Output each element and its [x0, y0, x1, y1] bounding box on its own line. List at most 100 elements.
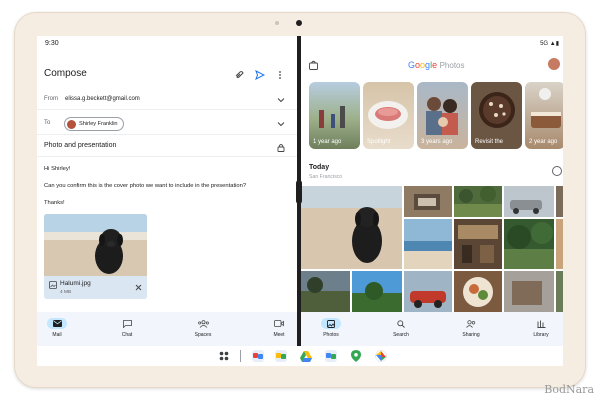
nav-sharing[interactable]: Sharing	[451, 312, 491, 346]
grid-photo-3[interactable]	[504, 186, 554, 217]
section-location: San Francisco	[309, 174, 343, 180]
nav-library-label: Library	[533, 332, 549, 338]
google-photos-pane: 5G ▲▮ Google Photos 1 year ago Spotlight…	[301, 36, 563, 346]
search-icon	[391, 318, 411, 329]
nav-photos[interactable]: Photos	[311, 312, 351, 346]
lock-icon[interactable]	[276, 142, 286, 152]
nav-chat-label: Chat	[121, 332, 133, 338]
chat-icon	[117, 318, 137, 329]
grid-photo-beach[interactable]	[404, 219, 452, 269]
grid-photo-7[interactable]	[352, 271, 402, 312]
nav-mail[interactable]: Mail	[37, 312, 77, 346]
grid-photo-dog[interactable]	[301, 186, 402, 269]
memory-label-2: Spotlight	[367, 139, 391, 145]
grid-photo-5[interactable]	[556, 219, 563, 269]
nav-meet[interactable]: Meet	[259, 312, 299, 346]
spaces-icon	[193, 318, 213, 329]
attachment-card[interactable]: Halumi.jpg 4 MB	[44, 214, 147, 299]
shopping-bag-icon[interactable]	[309, 60, 318, 70]
split-screen-handle[interactable]	[296, 180, 302, 204]
google-maps-icon[interactable]	[350, 350, 362, 362]
recipient-name: Shirley Franklin	[79, 121, 118, 127]
light-sensor	[275, 21, 279, 25]
nav-spaces[interactable]: Spaces	[183, 312, 223, 346]
compose-title: Compose	[44, 68, 87, 79]
app-drawer-icon[interactable]	[219, 351, 229, 361]
gmail-pair-icon[interactable]	[252, 350, 264, 362]
front-camera	[296, 20, 302, 26]
grid-photo-8[interactable]	[504, 271, 554, 312]
memory-card-4[interactable]: Revisit the	[471, 82, 522, 149]
subject-field[interactable]: Photo and presentation	[44, 142, 116, 149]
recipient-avatar	[67, 119, 76, 129]
taskbar	[37, 346, 563, 366]
docs-pair-icon[interactable]	[325, 350, 337, 362]
grid-photo-1[interactable]	[404, 186, 452, 217]
account-avatar[interactable]	[548, 58, 560, 70]
from-value[interactable]: elissa.g.beckett@gmail.com	[65, 96, 140, 102]
nav-photos-label: Photos	[323, 332, 339, 338]
attachment-photo-dog	[44, 214, 147, 276]
nav-meet-label: Meet	[273, 332, 285, 338]
nav-library[interactable]: Library	[521, 312, 561, 346]
from-divider	[37, 109, 297, 110]
grid-photo-forest[interactable]	[504, 219, 554, 269]
nav-spaces-label: Spaces	[194, 332, 212, 338]
watermark: BodNara	[544, 383, 594, 396]
google-photos-logo: Google Photos	[408, 60, 465, 70]
nav-sharing-label: Sharing	[462, 332, 480, 338]
grid-photo-car[interactable]	[404, 271, 452, 312]
nav-search-label: Search	[393, 332, 409, 338]
library-icon	[531, 318, 551, 329]
attach-icon[interactable]	[234, 70, 244, 80]
photos-bottom-nav: Photos Search Sharing Library	[301, 312, 563, 346]
google-photos-app-icon[interactable]	[375, 350, 387, 362]
recipient-chip[interactable]: Shirley Franklin	[64, 117, 124, 131]
photos-icon	[321, 318, 341, 329]
image-file-icon	[49, 281, 57, 289]
memory-card-2[interactable]: Spotlight	[363, 82, 414, 149]
from-label: From	[44, 96, 58, 102]
grid-photo-meal[interactable]	[454, 271, 502, 312]
select-all-check-icon[interactable]	[552, 166, 562, 176]
photos-pair-icon[interactable]	[275, 350, 287, 362]
taskbar-separator	[240, 350, 241, 362]
status-signal: 5G ▲▮	[540, 41, 559, 47]
memory-label-1: 1 year ago	[313, 139, 342, 145]
sharing-icon	[461, 318, 481, 329]
memory-label-4: Revisit the	[475, 139, 504, 145]
memory-label-5: 2 year ago	[529, 139, 558, 145]
subject-divider	[37, 156, 297, 157]
body-signoff[interactable]: Thanks!	[44, 200, 65, 206]
gmail-bottom-nav: Mail Chat Spaces Meet	[37, 312, 297, 346]
mail-icon	[47, 318, 67, 329]
meet-icon	[269, 318, 289, 329]
body-message[interactable]: Can you confirm this is the cover photo …	[44, 183, 246, 189]
grid-photo-4[interactable]	[556, 186, 563, 217]
grid-photo-cafe[interactable]	[454, 219, 502, 269]
nav-mail-label: Mail	[52, 332, 62, 338]
send-icon[interactable]	[255, 70, 265, 80]
memory-label-3: 3 years ago	[421, 139, 453, 145]
to-chevron-icon[interactable]	[277, 120, 285, 128]
attachment-name: Halumi.jpg	[60, 280, 91, 287]
nav-chat[interactable]: Chat	[107, 312, 147, 346]
attachment-size: 4 MB	[60, 290, 72, 295]
google-drive-icon[interactable]	[300, 350, 312, 362]
from-chevron-icon[interactable]	[277, 96, 285, 104]
gmail-compose-pane: 9:30 Compose From elissa.g.beckett@gmail…	[37, 36, 297, 346]
grid-photo-6[interactable]	[301, 271, 350, 312]
more-options-icon[interactable]	[275, 70, 285, 80]
memory-card-1[interactable]: 1 year ago	[309, 82, 360, 149]
to-label: To	[44, 120, 51, 126]
grid-photo-9[interactable]	[556, 271, 563, 312]
memory-card-3[interactable]: 3 years ago	[417, 82, 468, 149]
section-today: Today	[309, 164, 330, 171]
body-greeting[interactable]: Hi Shirley!	[44, 166, 70, 172]
memory-card-5[interactable]: 2 year ago	[525, 82, 563, 149]
nav-search[interactable]: Search	[381, 312, 421, 346]
to-divider	[37, 134, 297, 135]
status-time: 9:30	[45, 40, 59, 47]
grid-photo-2[interactable]	[454, 186, 502, 217]
remove-attachment-icon[interactable]	[135, 284, 142, 291]
